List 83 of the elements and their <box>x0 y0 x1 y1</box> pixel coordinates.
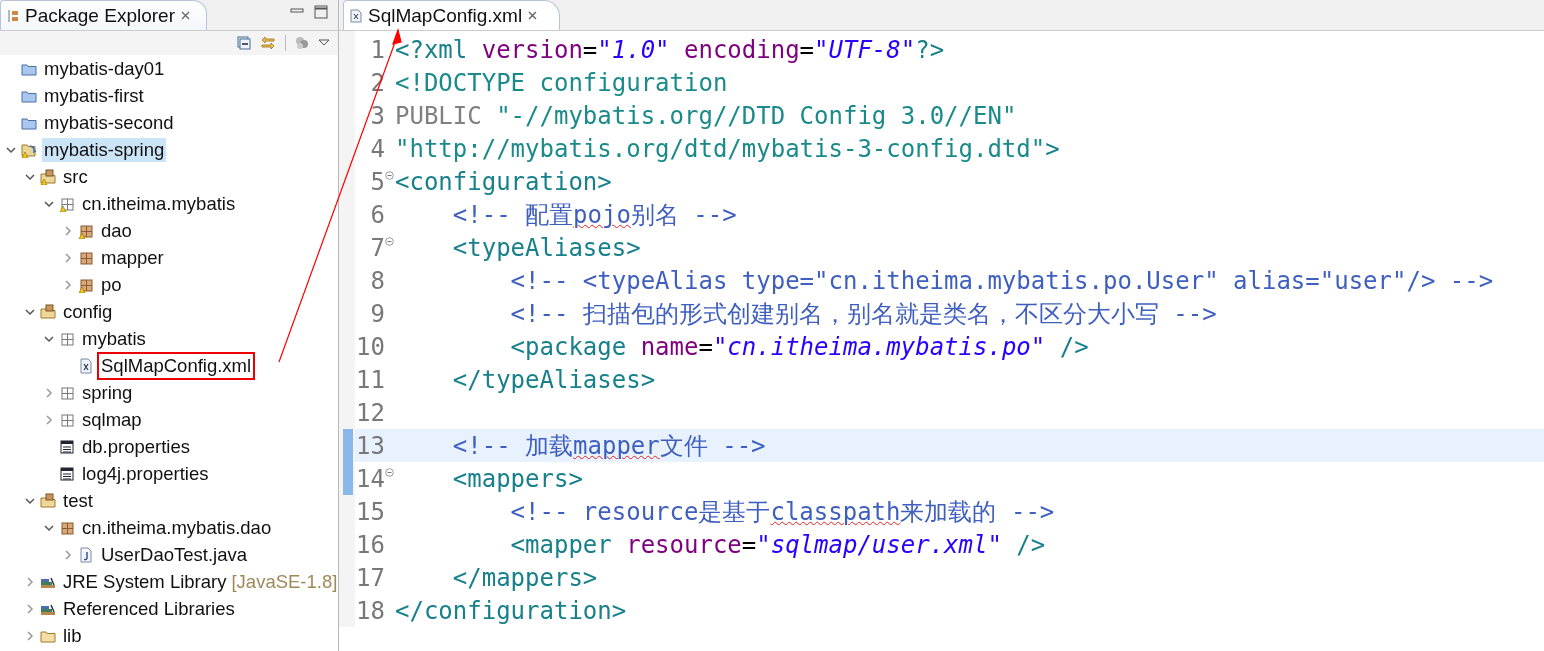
line-number: 9 <box>369 299 385 328</box>
maximize-icon[interactable] <box>314 5 328 19</box>
fold-icon[interactable] <box>385 170 394 180</box>
code-line: <mappers> <box>451 464 583 493</box>
line-number: 6 <box>369 200 385 229</box>
xml-file-icon <box>350 8 362 23</box>
code-line: <mapper resource="sqlmap/user.xml" /> <box>509 530 1046 559</box>
tree-item[interactable]: lib <box>61 623 84 648</box>
line-number: 10 <box>355 332 385 361</box>
package-icon <box>78 249 94 266</box>
source-folder-icon <box>40 492 56 509</box>
collapse-all-icon[interactable] <box>237 36 251 50</box>
tree-item[interactable]: mapper <box>99 245 166 270</box>
tree-item[interactable]: cn.itheima.mybatis <box>80 191 238 216</box>
code-line: <!-- <typeAlias type="cn.itheima.mybatis.po.User" alias="user"/> --> <box>509 266 1494 295</box>
view-title: Package Explorer <box>25 4 175 27</box>
tree-item[interactable]: mybatis-first <box>42 83 146 108</box>
view-tab[interactable]: Package Explorer <box>0 0 207 30</box>
code-line: <!-- 加载mapper文件 --> <box>451 430 766 462</box>
tree-item[interactable]: mybatis-day01 <box>42 56 167 81</box>
code-line: <!-- 扫描包的形式创建别名，别名就是类名，不区分大小写 --> <box>509 298 1217 330</box>
tree-item[interactable]: log4j.properties <box>80 461 211 486</box>
tree-item[interactable]: config <box>61 299 115 324</box>
filter-icon[interactable] <box>295 36 309 50</box>
tree-item[interactable]: db.properties <box>80 434 192 459</box>
line-number: 3 <box>369 101 385 130</box>
line-number: 17 <box>355 563 385 592</box>
tree-item[interactable]: src <box>61 164 90 189</box>
line-number: 13 <box>355 431 385 460</box>
tree-item[interactable]: SqlMapConfig.xml <box>99 353 254 378</box>
tree-item[interactable]: spring <box>80 380 135 405</box>
line-number: 14 <box>355 464 385 493</box>
line-number: 7 <box>369 233 385 262</box>
java-file-icon <box>78 546 94 563</box>
code-line: <package name="cn.itheima.mybatis.po" /> <box>509 332 1089 361</box>
line-number: 16 <box>355 530 385 559</box>
editor-tab[interactable]: SqlMapConfig.xml <box>343 0 561 30</box>
properties-file-icon <box>59 465 75 482</box>
code-line: PUBLIC "-//mybatis.org//DTD Config 3.0//EN" <box>395 101 1017 130</box>
tree-item[interactable]: mybatis <box>80 326 148 351</box>
code-line: <typeAliases> <box>451 233 641 262</box>
code-line: <!-- 配置pojo别名 --> <box>451 199 737 231</box>
tree-item[interactable]: test <box>61 488 95 513</box>
code-line: <?xml version="1.0" encoding="UTF-8"?> <box>395 35 945 64</box>
close-icon[interactable] <box>528 11 538 20</box>
code-line: </typeAliases> <box>451 365 656 394</box>
line-number: 1 <box>369 35 385 64</box>
fold-icon[interactable] <box>385 236 394 246</box>
package-icon <box>59 519 75 536</box>
line-number: 5 <box>369 167 385 196</box>
tree-item[interactable]: dao <box>99 218 134 243</box>
fold-icon[interactable] <box>385 467 394 477</box>
tree-item[interactable]: cn.itheima.mybatis.dao <box>80 515 274 540</box>
tree-item[interactable]: po <box>99 272 124 297</box>
link-with-editor-icon[interactable] <box>260 36 276 50</box>
xml-file-icon <box>78 357 94 374</box>
tree-item[interactable]: JRE System Library <box>61 569 229 594</box>
code-line: <!-- resource是基于classpath来加载的 --> <box>509 496 1055 528</box>
tree-item-decoration: [JavaSE-1.8] <box>231 570 338 593</box>
package-icon <box>59 384 75 401</box>
tree-item[interactable]: sqlmap <box>80 407 144 432</box>
tree-item[interactable]: Referenced Libraries <box>61 596 237 621</box>
code-line: </mappers> <box>451 563 598 592</box>
line-number: 12 <box>355 398 385 427</box>
line-number: 15 <box>355 497 385 526</box>
tree-item[interactable]: mybatis-second <box>42 110 176 135</box>
source-folder-icon <box>40 303 56 320</box>
tree-item[interactable]: UserDaoTest.java <box>99 542 249 567</box>
package-icon <box>59 411 75 428</box>
code-line: <configuration> <box>395 167 612 196</box>
code-line: <!DOCTYPE configuration <box>395 68 728 97</box>
line-number: 4 <box>369 134 385 163</box>
line-number: 8 <box>369 266 385 295</box>
close-icon[interactable] <box>180 11 190 20</box>
line-number: 11 <box>355 365 385 394</box>
tree-item[interactable]: mybatis-spring <box>42 137 167 162</box>
line-number: 18 <box>355 596 385 625</box>
view-menu-icon[interactable] <box>318 39 330 47</box>
code-line: "http://mybatis.org/dtd/mybatis-3-config.dtd"> <box>395 134 1060 163</box>
package-explorer-icon <box>7 8 19 23</box>
code-line: </configuration> <box>395 596 627 625</box>
package-icon <box>59 330 75 347</box>
properties-file-icon <box>59 438 75 455</box>
